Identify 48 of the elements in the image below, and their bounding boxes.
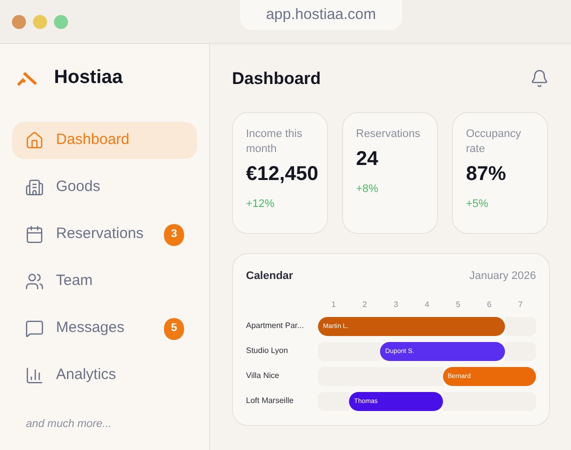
property-name: Villa Nice — [246, 370, 280, 382]
stat-change: +12% — [246, 197, 276, 212]
day-label: 4 — [424, 298, 430, 310]
nav-item[interactable]: Messages 5 — [12, 310, 197, 347]
stat-value: 87% — [466, 162, 508, 187]
stat-value: €12,450 — [246, 162, 320, 187]
day-label: 5 — [454, 298, 462, 310]
more-note: and much more... — [25, 417, 113, 432]
calendar-title: Calendar — [246, 269, 294, 284]
day-label: 3 — [392, 298, 400, 310]
nav-item[interactable]: Dashboard — [12, 122, 197, 159]
message-icon — [25, 319, 44, 338]
stat-value: 24 — [356, 147, 380, 172]
building-icon — [25, 178, 44, 197]
home-icon — [25, 131, 44, 150]
address-bar[interactable]: app.hostiaa.com — [240, 0, 402, 30]
booking-segment[interactable] — [349, 392, 380, 410]
property-name: Loft Marseille — [246, 395, 295, 407]
page-title: Dashboard — [232, 68, 321, 90]
booking-segment[interactable] — [318, 316, 350, 336]
day-label: 7 — [517, 298, 524, 310]
bar-chart-icon — [25, 366, 44, 385]
stat-change: +8% — [356, 182, 380, 197]
nav-item[interactable]: Team — [12, 263, 197, 300]
stat-label: Reservations — [356, 127, 422, 142]
count-badge: 3 — [164, 224, 184, 246]
nav-item[interactable]: Reservations 3 — [12, 216, 197, 253]
brand-name: Hostiaa — [54, 66, 123, 90]
day-label: 6 — [486, 298, 492, 310]
stat-label: Income this month — [246, 127, 304, 157]
count-badge: 5 — [164, 318, 184, 340]
nav-item[interactable]: Goods — [12, 169, 197, 206]
logo-icon — [17, 72, 37, 86]
nav-item[interactable]: Analytics — [12, 357, 197, 394]
notifications-icon[interactable] — [530, 69, 549, 88]
property-name: Studio Lyon — [246, 345, 289, 357]
booking-segment[interactable] — [474, 316, 505, 336]
close-window-icon[interactable] — [12, 14, 26, 28]
day-label: 1 — [330, 298, 337, 310]
calendar-month: January 2026 — [469, 269, 536, 284]
property-name: Apartment Par... — [246, 320, 305, 332]
calendar-icon — [25, 225, 44, 244]
day-label: 2 — [361, 298, 368, 310]
stat-label: Occupancy rate — [466, 127, 522, 157]
users-icon — [25, 272, 44, 291]
booking-segment[interactable] — [411, 392, 443, 410]
booking-segment[interactable] — [474, 342, 505, 360]
stat-change: +5% — [466, 197, 490, 212]
